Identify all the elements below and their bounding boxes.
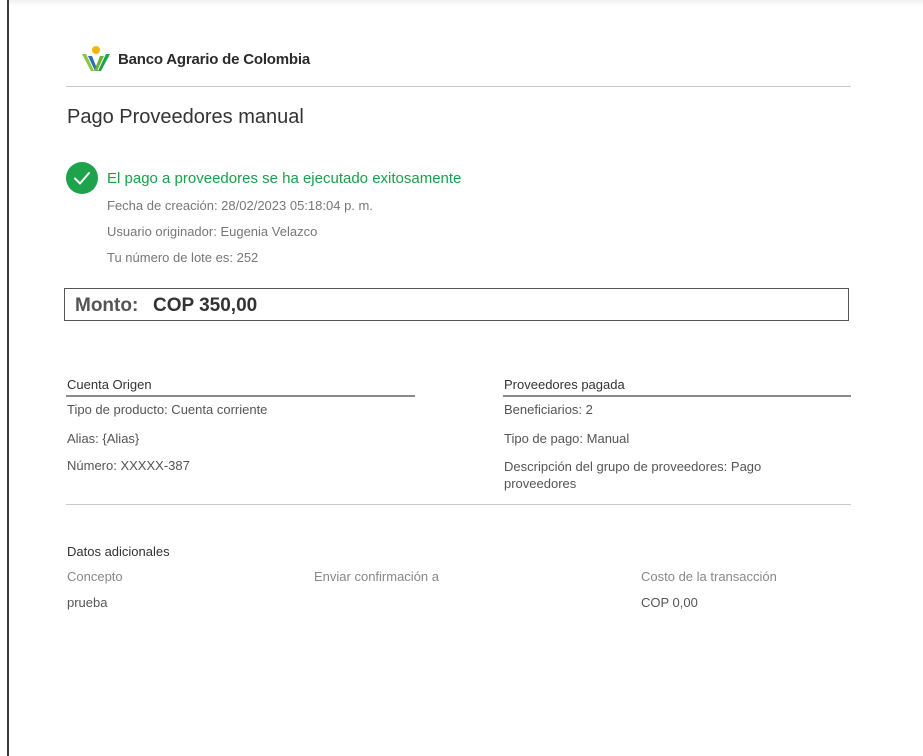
details-divider bbox=[66, 504, 851, 505]
brand-name: Banco Agrario de Colombia bbox=[118, 50, 310, 68]
page-border bbox=[7, 0, 9, 756]
receipt-page: Banco Agrario de Colombia Pago Proveedor… bbox=[0, 0, 923, 756]
suppliers-underline bbox=[503, 395, 851, 397]
amount-box: Monto: COP 350,00 bbox=[64, 288, 849, 321]
brand-header: Banco Agrario de Colombia bbox=[80, 44, 310, 74]
transaction-cost-label: Costo de la transacción bbox=[641, 569, 777, 584]
success-message: El pago a proveedores se ha ejecutado ex… bbox=[107, 170, 462, 187]
account-number: Número: XXXXX-387 bbox=[67, 458, 190, 473]
page-title: Pago Proveedores manual bbox=[67, 106, 304, 128]
source-account-heading: Cuenta Origen bbox=[67, 377, 152, 392]
page-top-shadow bbox=[9, 0, 923, 6]
batch-number: Tu número de lote es: 252 bbox=[107, 250, 259, 265]
account-alias: Alias: {Alias} bbox=[67, 431, 140, 446]
send-confirmation-label: Enviar confirmación a bbox=[314, 569, 439, 584]
product-type: Tipo de producto: Cuenta corriente bbox=[67, 402, 268, 417]
amount-value: COP 350,00 bbox=[153, 295, 258, 316]
source-account-underline bbox=[66, 395, 415, 397]
success-badge bbox=[66, 162, 98, 194]
transaction-cost-value: COP 0,00 bbox=[641, 595, 698, 610]
creation-date: Fecha de creación: 28/02/2023 05:18:04 p… bbox=[107, 198, 373, 213]
check-icon bbox=[74, 172, 90, 185]
supplier-group-description: Descripción del grupo de proveedores: Pa… bbox=[504, 459, 762, 491]
header-divider bbox=[66, 86, 851, 87]
amount-label: Monto: bbox=[75, 295, 139, 316]
beneficiaries-count: Beneficiarios: 2 bbox=[504, 402, 593, 417]
concept-value: prueba bbox=[67, 595, 108, 610]
additional-data-heading: Datos adicionales bbox=[67, 544, 170, 559]
banco-agrario-logo-icon bbox=[82, 46, 110, 71]
suppliers-heading: Proveedores pagada bbox=[504, 377, 625, 392]
concept-label: Concepto bbox=[67, 569, 123, 584]
originating-user: Usuario originador: Eugenia Velazco bbox=[107, 224, 318, 239]
payment-type: Tipo de pago: Manual bbox=[504, 431, 630, 446]
